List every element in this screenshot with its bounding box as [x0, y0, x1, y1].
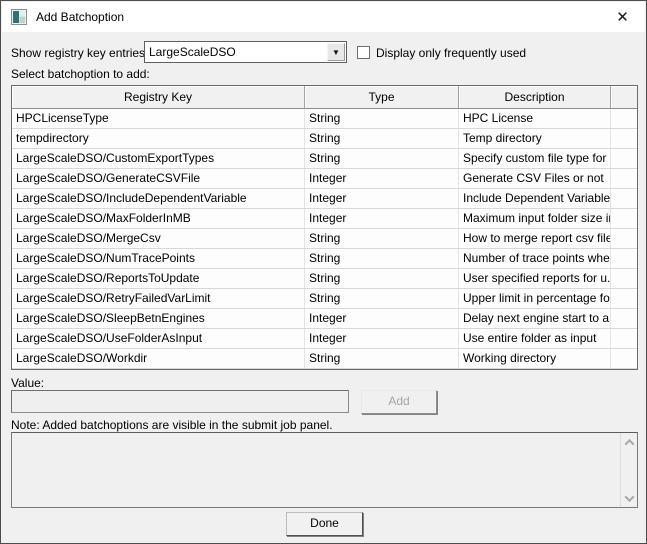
cell-empty [611, 329, 637, 348]
cell-type: String [305, 269, 459, 288]
table-row[interactable]: LargeScaleDSO/CustomExportTypes String S… [12, 149, 637, 169]
titlebar: Add Batchoption ✕ [2, 2, 645, 32]
cell-description: Delay next engine start to a... [459, 309, 611, 328]
cell-description: Number of trace points whe... [459, 249, 611, 268]
scroll-up-icon[interactable] [621, 434, 638, 450]
cell-description: Temp directory [459, 129, 611, 148]
cell-registry-key: LargeScaleDSO/Workdir [12, 349, 305, 368]
add-button[interactable]: Add [361, 390, 437, 414]
registry-entries-label: Show registry key entries: [11, 46, 149, 60]
select-batchoption-label: Select batchoption to add: [11, 67, 150, 81]
cell-type: String [305, 229, 459, 248]
cell-description: Use entire folder as input [459, 329, 611, 348]
cell-description: How to merge report csv files [459, 229, 611, 248]
cell-description: Maximum input folder size in... [459, 209, 611, 228]
registry-key-selected-value: LargeScaleDSO [149, 45, 236, 59]
cell-description: HPC License [459, 109, 611, 128]
cell-registry-key: LargeScaleDSO/GenerateCSVFile [12, 169, 305, 188]
done-button[interactable]: Done [286, 512, 363, 536]
cell-type: String [305, 129, 459, 148]
cell-type: Integer [305, 169, 459, 188]
scroll-down-icon[interactable] [621, 490, 638, 506]
cell-empty [611, 289, 637, 308]
cell-registry-key: LargeScaleDSO/ReportsToUpdate [12, 269, 305, 288]
table-header: Registry Key Type Description [12, 86, 637, 109]
cell-registry-key: LargeScaleDSO/IncludeDependentVariable [12, 189, 305, 208]
cell-empty [611, 309, 637, 328]
app-icon [11, 9, 27, 25]
cell-description: Include Dependent Variable ... [459, 189, 611, 208]
value-label: Value: [11, 376, 45, 390]
table-row[interactable]: LargeScaleDSO/RetryFailedVarLimit String… [12, 289, 637, 309]
window-title: Add Batchoption [36, 10, 125, 24]
column-header-empty[interactable] [611, 86, 637, 109]
cell-empty [611, 109, 637, 128]
cell-description: Working directory [459, 349, 611, 368]
cell-registry-key: LargeScaleDSO/RetryFailedVarLimit [12, 289, 305, 308]
cell-empty [611, 249, 637, 268]
cell-registry-key: LargeScaleDSO/MaxFolderInMB [12, 209, 305, 228]
cell-registry-key: LargeScaleDSO/CustomExportTypes [12, 149, 305, 168]
cell-type: Integer [305, 209, 459, 228]
cell-type: String [305, 249, 459, 268]
column-header-description[interactable]: Description [459, 86, 611, 109]
log-textarea[interactable] [11, 432, 638, 508]
cell-empty [611, 269, 637, 288]
column-header-registry-key[interactable]: Registry Key [12, 86, 305, 109]
cell-description: Generate CSV Files or not [459, 169, 611, 188]
cell-type: Integer [305, 329, 459, 348]
table-row[interactable]: LargeScaleDSO/MergeCsv String How to mer… [12, 229, 637, 249]
cell-type: Integer [305, 189, 459, 208]
close-icon[interactable]: ✕ [600, 2, 645, 32]
frequently-used-checkbox[interactable] [357, 46, 370, 59]
table-row[interactable]: LargeScaleDSO/GenerateCSVFile Integer Ge… [12, 169, 637, 189]
table-row[interactable]: LargeScaleDSO/ReportsToUpdate String Use… [12, 269, 637, 289]
log-scrollbar[interactable] [620, 433, 637, 507]
cell-description: Specify custom file type for ... [459, 149, 611, 168]
frequently-used-label: Display only frequently used [376, 46, 527, 60]
cell-empty [611, 349, 637, 368]
column-header-type[interactable]: Type [305, 86, 459, 109]
cell-description: User specified reports for u... [459, 269, 611, 288]
cell-registry-key: HPCLicenseType [12, 109, 305, 128]
cell-empty [611, 169, 637, 188]
cell-empty [611, 229, 637, 248]
cell-type: String [305, 149, 459, 168]
table-row[interactable]: HPCLicenseType String HPC License [12, 109, 637, 129]
batchoption-table: Registry Key Type Description HPCLicense… [11, 85, 638, 370]
registry-key-dropdown[interactable]: LargeScaleDSO ▼ [144, 41, 347, 63]
table-row[interactable]: tempdirectory String Temp directory [12, 129, 637, 149]
cell-empty [611, 149, 637, 168]
table-row[interactable]: LargeScaleDSO/NumTracePoints String Numb… [12, 249, 637, 269]
value-input[interactable] [11, 390, 349, 413]
cell-type: String [305, 349, 459, 368]
table-row[interactable]: LargeScaleDSO/UseFolderAsInput Integer U… [12, 329, 637, 349]
cell-description: Upper limit in percentage fo... [459, 289, 611, 308]
table-row[interactable]: LargeScaleDSO/SleepBetnEngines Integer D… [12, 309, 637, 329]
note-label: Note: Added batchoptions are visible in … [11, 418, 333, 432]
add-batchoption-dialog: Add Batchoption ✕ Show registry key entr… [0, 0, 647, 544]
table-row[interactable]: LargeScaleDSO/Workdir String Working dir… [12, 349, 637, 369]
cell-empty [611, 129, 637, 148]
dropdown-arrow-icon[interactable]: ▼ [327, 43, 345, 61]
cell-registry-key: LargeScaleDSO/UseFolderAsInput [12, 329, 305, 348]
cell-empty [611, 209, 637, 228]
cell-type: String [305, 109, 459, 128]
cell-registry-key: tempdirectory [12, 129, 305, 148]
cell-type: Integer [305, 309, 459, 328]
table-body: HPCLicenseType String HPC License tempdi… [12, 109, 637, 369]
cell-registry-key: LargeScaleDSO/SleepBetnEngines [12, 309, 305, 328]
cell-registry-key: LargeScaleDSO/NumTracePoints [12, 249, 305, 268]
table-row[interactable]: LargeScaleDSO/MaxFolderInMB Integer Maxi… [12, 209, 637, 229]
table-row[interactable]: LargeScaleDSO/IncludeDependentVariable I… [12, 189, 637, 209]
cell-type: String [305, 289, 459, 308]
cell-registry-key: LargeScaleDSO/MergeCsv [12, 229, 305, 248]
cell-empty [611, 189, 637, 208]
